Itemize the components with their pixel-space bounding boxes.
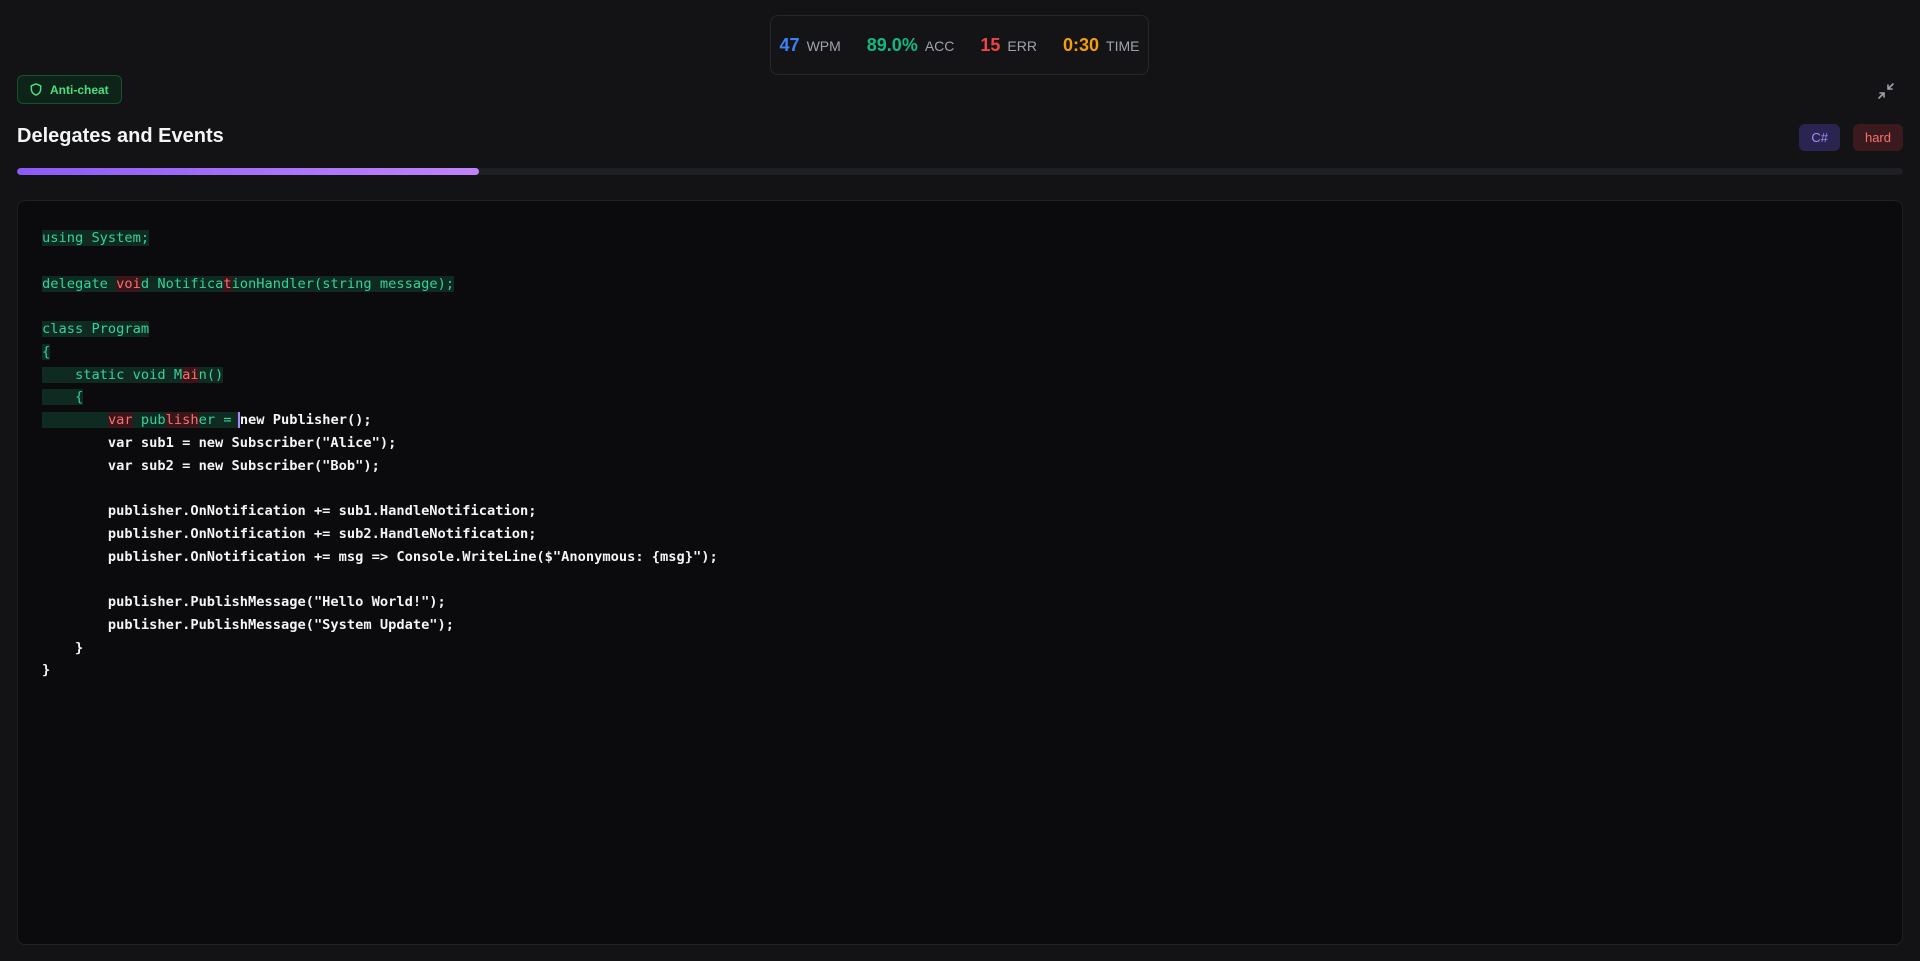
code-line: } <box>42 637 718 660</box>
typed-error-text: voi <box>116 275 141 292</box>
time-value: 0:30 <box>1062 34 1100 55</box>
code-line: using System; <box>42 227 718 250</box>
code-line: var sub1 = new Subscriber("Alice"); <box>42 432 718 455</box>
difficulty-badge: hard <box>1852 124 1903 151</box>
stats-bar: 47 WPM 89.0% ACC 15 ERR 0:30 TIME <box>770 15 1149 75</box>
code-line: publisher.OnNotification += sub1.HandleN… <box>42 500 718 523</box>
untyped-text: publisher.OnNotification += sub1.HandleN… <box>42 503 537 519</box>
code-line: class Program <box>42 318 718 341</box>
untyped-text: publisher.OnNotification += msg => Conso… <box>42 548 718 565</box>
typed-correct-text: ionHandler(string message); <box>231 275 455 292</box>
progress-fill <box>17 168 480 175</box>
typed-correct-text: n() <box>198 366 224 383</box>
code-line: var sub2 = new Subscriber("Bob"); <box>42 455 718 478</box>
code-line: publisher.PublishMessage("Hello World!")… <box>42 591 718 614</box>
typed-error-text: ai <box>182 366 199 383</box>
typed-correct-text: class Program <box>42 321 150 337</box>
code-line: publisher.OnNotification += msg => Conso… <box>42 546 718 569</box>
accuracy-value: 89.0% <box>866 34 918 55</box>
shield-icon <box>30 83 42 96</box>
code-line: } <box>42 659 718 682</box>
code-text: using System; delegate void NotificationH… <box>42 227 718 682</box>
untyped-text: publisher.PublishMessage("System Update"… <box>42 616 455 633</box>
errors-label: ERR <box>1007 37 1037 54</box>
language-badge: C# <box>1799 124 1840 151</box>
untyped-text: publisher.PublishMessage("Hello World!")… <box>42 594 446 610</box>
stat-wpm: 47 WPM <box>780 35 841 56</box>
code-line: publisher.OnNotification += sub2.HandleN… <box>42 523 718 546</box>
typed-correct-text <box>42 412 108 428</box>
typed-correct-text: { <box>42 343 51 360</box>
typed-correct-text: { <box>42 389 84 406</box>
untyped-text: } <box>42 639 84 656</box>
typed-error-text: t <box>223 275 232 292</box>
untyped-text: new Publisher(); <box>237 412 372 428</box>
untyped-text: var sub2 = new Subscriber("Bob"); <box>42 457 380 474</box>
typed-correct-text: static void M <box>42 366 183 383</box>
wpm-value: 47 <box>779 34 800 55</box>
typed-correct-text: using System; <box>42 230 150 246</box>
stat-time: 0:30 TIME <box>1063 35 1139 56</box>
code-line: publisher.PublishMessage("System Update"… <box>42 614 718 637</box>
accuracy-label: ACC <box>924 37 955 54</box>
errors-value: 15 <box>980 34 1001 55</box>
typed-error-text: var <box>107 412 133 428</box>
anti-cheat-badge: Anti-cheat <box>17 75 122 104</box>
time-label: TIME <box>1106 37 1140 54</box>
stat-errors: 15 ERR <box>980 35 1037 56</box>
untyped-text: } <box>42 662 51 679</box>
stat-accuracy: 89.0% ACC <box>867 35 955 56</box>
collapse-button[interactable] <box>1873 78 1899 104</box>
untyped-text: publisher.OnNotification += sub2.HandleN… <box>42 525 537 542</box>
code-line: { <box>42 386 718 409</box>
code-editor[interactable]: using System; delegate void NotificationH… <box>17 200 1903 945</box>
typed-correct-text: d Notifica <box>140 275 224 292</box>
progress-bar <box>17 168 1903 175</box>
typed-correct-text: pub <box>132 412 166 428</box>
typed-correct-text: er = <box>198 412 240 428</box>
page-title: Delegates and Events <box>17 125 224 147</box>
typed-correct-text: delegate <box>42 275 117 292</box>
collapse-icon <box>1877 82 1895 100</box>
typed-error-text: lish <box>165 412 199 428</box>
anti-cheat-label: Anti-cheat <box>50 82 109 97</box>
code-line: var publisher = new Publisher(); <box>42 409 718 432</box>
untyped-text: var sub1 = new Subscriber("Alice"); <box>42 434 397 451</box>
code-line: delegate void NotificationHandler(string… <box>42 273 718 296</box>
code-line: static void Main() <box>42 364 718 387</box>
code-line: { <box>42 341 718 364</box>
tag-badges: C# hard <box>1799 124 1903 151</box>
wpm-label: WPM <box>806 37 841 54</box>
